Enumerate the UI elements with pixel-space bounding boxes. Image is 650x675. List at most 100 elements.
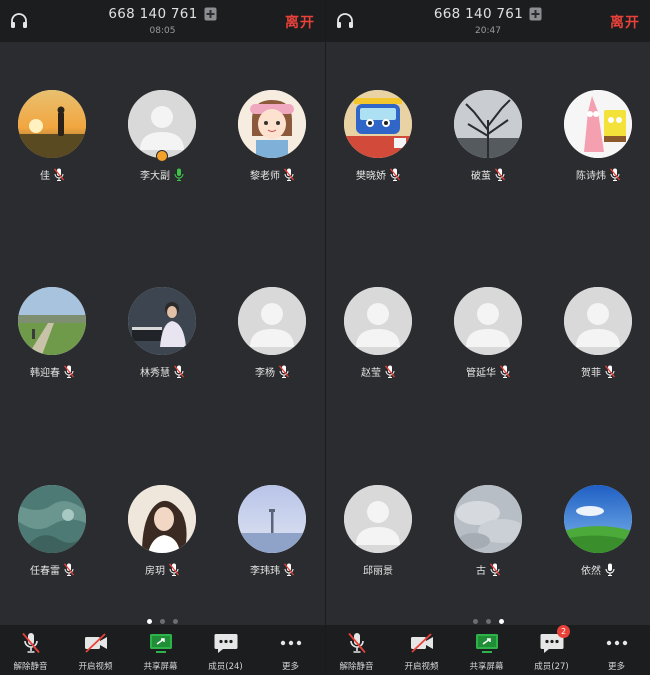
toolbar-label: 解除静音	[339, 662, 374, 672]
meeting-screen-1: 668 140 761 08:05 离开佳 李大副 黎老师 韩迎春 林秀慧 李杨 任春雷 房玥 李玮…	[0, 0, 325, 675]
participant-tile[interactable]: 管延华	[438, 287, 538, 379]
video-off-icon	[409, 632, 435, 654]
participant-name: 韩迎春	[30, 368, 60, 379]
shield-icon[interactable]	[204, 7, 217, 21]
more-button[interactable]: 更多	[584, 625, 649, 675]
participant-name: 李杨	[255, 368, 275, 379]
participant-tile[interactable]: 破茧	[438, 90, 538, 182]
mic-muted-icon	[283, 563, 295, 576]
toolbar-label: 成员(27)	[534, 662, 569, 672]
toolbar-label: 更多	[607, 662, 625, 672]
avatar	[238, 90, 306, 158]
participant-tile[interactable]: 韩迎春	[2, 287, 102, 379]
page-dot[interactable]	[160, 619, 165, 624]
meeting-timer: 08:05	[149, 26, 176, 36]
participant-name: 房玥	[145, 566, 165, 577]
toolbar-label: 共享屏幕	[469, 662, 504, 672]
unmute-button[interactable]: 解除静音	[0, 625, 63, 675]
mic-muted-icon	[63, 365, 75, 378]
participant-tile[interactable]: 赵莹	[328, 287, 428, 379]
participant-tile[interactable]: 邱丽景	[328, 485, 428, 577]
avatar	[344, 90, 412, 158]
top-bar: 668 140 761 08:05 离开	[0, 0, 325, 42]
participant-tile[interactable]: 樊晓娇	[328, 90, 428, 182]
participant-name: 任春雷	[30, 566, 60, 577]
participant-name: 破茧	[471, 171, 491, 182]
avatar	[128, 287, 196, 355]
share-screen-icon	[148, 632, 174, 654]
more-button[interactable]: 更多	[258, 625, 323, 675]
meeting-timer: 20:47	[475, 26, 501, 36]
shield-icon[interactable]	[529, 7, 542, 21]
host-badge-icon	[156, 150, 168, 162]
avatar	[238, 485, 306, 553]
participant-grid: 樊晓娇 破茧 陈诗炜赵莹 管延华 贺菲邱丽景 古 依然	[326, 42, 650, 627]
unmute-button[interactable]: 解除静音	[326, 625, 389, 675]
avatar	[238, 287, 306, 355]
mic-muted-icon	[63, 563, 75, 576]
mic-speaking-icon	[174, 168, 184, 182]
participant-name: 李大副	[140, 171, 170, 182]
participant-tile[interactable]: 黎老师	[222, 90, 322, 182]
participant-tile[interactable]: 依然	[548, 485, 648, 577]
mic-on-icon	[605, 563, 615, 577]
participant-name: 贺菲	[581, 368, 601, 379]
mic-muted-icon	[389, 168, 401, 181]
avatar	[128, 90, 196, 158]
mic-off-icon	[344, 632, 370, 654]
share-button[interactable]: 共享屏幕	[128, 625, 193, 675]
participant-tile[interactable]: 贺菲	[548, 287, 648, 379]
participant-tile[interactable]: 任春雷	[2, 485, 102, 577]
avatar	[454, 485, 522, 553]
avatar	[564, 90, 632, 158]
page-dot[interactable]	[472, 619, 478, 624]
participant-tile[interactable]: 李大副	[112, 90, 212, 182]
avatar	[564, 287, 632, 355]
bottom-toolbar: 解除静音 开启视频 共享屏幕 成员(24) 更多	[0, 625, 325, 675]
participant-tile[interactable]: 李玮玮	[222, 485, 322, 577]
avatar	[18, 90, 86, 158]
page-dot[interactable]	[498, 619, 504, 624]
mic-muted-icon	[609, 168, 621, 181]
share-screen-icon	[474, 632, 500, 654]
mic-muted-icon	[283, 168, 295, 181]
members-button[interactable]: 成员(24)	[193, 625, 258, 675]
participant-tile[interactable]: 古	[438, 485, 538, 577]
members-button[interactable]: 2 成员(27)	[519, 625, 584, 675]
toolbar-label: 解除静音	[13, 662, 48, 672]
page-dot[interactable]	[147, 619, 152, 624]
participant-tile[interactable]: 陈诗炜	[548, 90, 648, 182]
mic-muted-icon	[489, 563, 501, 576]
avatar	[128, 485, 196, 553]
meeting-id: 668 140 761	[326, 6, 650, 22]
mic-muted-icon	[173, 365, 185, 378]
participant-tile[interactable]: 佳	[2, 90, 102, 182]
participant-tile[interactable]: 李杨	[222, 287, 322, 379]
share-button[interactable]: 共享屏幕	[454, 625, 519, 675]
unread-badge: 2	[557, 625, 570, 638]
video-button[interactable]: 开启视频	[389, 625, 454, 675]
top-bar: 668 140 761 20:47 离开	[326, 0, 650, 42]
participant-tile[interactable]: 林秀慧	[112, 287, 212, 379]
avatar	[18, 485, 86, 553]
participant-tile[interactable]: 房玥	[112, 485, 212, 577]
avatar	[454, 90, 522, 158]
page-dot[interactable]	[173, 619, 178, 624]
leave-button[interactable]: 离开	[610, 12, 640, 32]
avatar	[564, 485, 632, 553]
participant-grid: 佳 李大副 黎老师韩迎春 林秀慧 李杨任春雷 房玥 李玮玮	[0, 42, 325, 627]
mic-muted-icon	[499, 365, 511, 378]
mic-muted-icon	[53, 168, 65, 181]
avatar	[18, 287, 86, 355]
avatar	[344, 485, 412, 553]
page-dot[interactable]	[485, 619, 491, 624]
toolbar-label: 开启视频	[404, 662, 439, 672]
video-off-icon	[83, 632, 109, 654]
mic-muted-icon	[494, 168, 506, 181]
video-button[interactable]: 开启视频	[63, 625, 128, 675]
participant-name: 黎老师	[250, 171, 280, 182]
dual-screenshot: 668 140 761 08:05 离开佳 李大副 黎老师韩迎春 林秀慧 李杨任春雷 房玥 李玮…	[0, 0, 650, 675]
leave-button[interactable]: 离开	[285, 12, 315, 32]
toolbar-label: 成员(24)	[208, 662, 243, 672]
more-icon	[278, 632, 304, 654]
